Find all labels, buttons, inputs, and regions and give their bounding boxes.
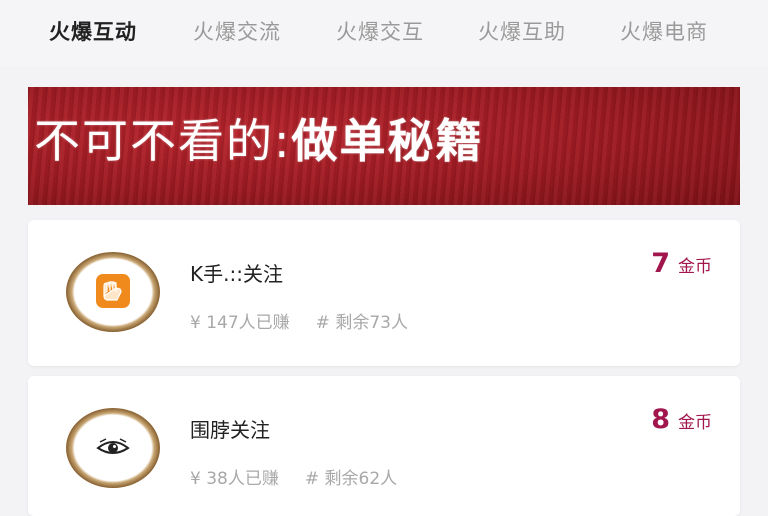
tab-huobao-hudong[interactable]: 火爆互动 (49, 16, 137, 46)
task-earned-count: ¥ 38人已赚 (190, 469, 279, 489)
task-card[interactable]: K手.::关注 ¥ 147人已赚 # 剩余73人 7 金币 (28, 220, 740, 366)
task-remaining-count: # 剩余62人 (304, 469, 398, 489)
task-meta: ¥ 38人已赚 # 剩余62人 (190, 464, 397, 489)
promo-banner[interactable]: 不可不看的:做单秘籍 (28, 87, 740, 205)
task-avatar (66, 408, 160, 488)
task-title: 围脖关注 (190, 418, 270, 442)
task-remaining-count: # 剩余73人 (315, 313, 408, 333)
banner-text-light: 不可不看的: (34, 114, 292, 168)
task-reward: 8 金币 (651, 404, 712, 435)
kuaishou-hand-icon (96, 274, 130, 308)
tab-huobao-jiaoliu[interactable]: 火爆交流 (193, 16, 281, 46)
tab-huobao-dianshang[interactable]: 火爆电商 (620, 16, 708, 46)
task-meta: ¥ 147人已赚 # 剩余73人 (190, 308, 408, 333)
banner-text: 不可不看的:做单秘籍 (34, 105, 484, 171)
tab-huobao-jiaohu[interactable]: 火爆交互 (336, 16, 424, 46)
reward-value: 8 (651, 404, 670, 435)
weibo-eye-icon (96, 438, 130, 454)
top-tab-bar: 火爆互动 火爆交流 火爆交互 火爆互助 火爆电商 (0, 0, 768, 66)
task-earned-count: ¥ 147人已赚 (190, 313, 290, 333)
banner-text-bold: 做单秘籍 (291, 114, 484, 168)
task-reward: 7 金币 (651, 248, 712, 279)
reward-unit: 金币 (678, 257, 712, 277)
reward-value: 7 (651, 248, 670, 279)
reward-unit: 金币 (678, 413, 712, 433)
task-title: K手.::关注 (190, 262, 283, 286)
task-avatar (66, 252, 160, 332)
tab-huobao-huzhu[interactable]: 火爆互助 (478, 16, 566, 46)
task-card[interactable]: 围脖关注 ¥ 38人已赚 # 剩余62人 8 金币 (28, 376, 740, 516)
